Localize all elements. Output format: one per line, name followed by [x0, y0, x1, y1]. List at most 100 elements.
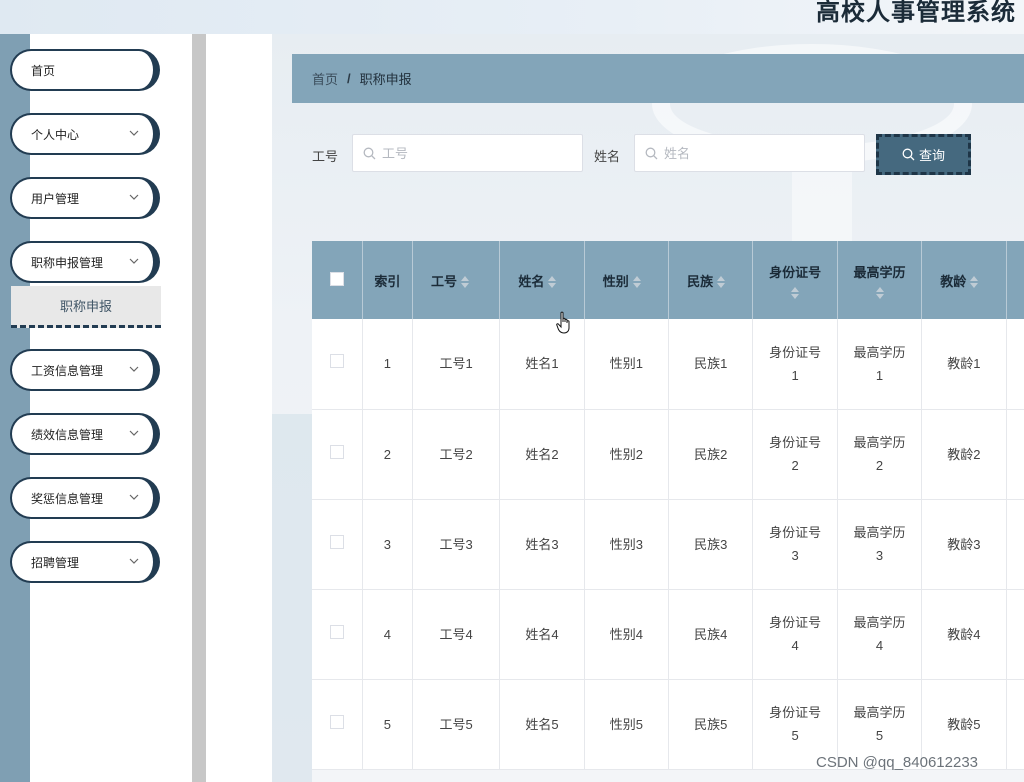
cell-name: 姓名3 — [499, 499, 585, 590]
cell-index: 5 — [362, 679, 413, 770]
cell-name: 姓名4 — [499, 589, 585, 680]
background-decoration — [272, 414, 312, 782]
employee-id-field[interactable] — [352, 134, 583, 172]
cell-current: 现 — [1006, 319, 1024, 410]
cell-gender: 性别3 — [584, 499, 670, 590]
search-icon — [363, 147, 376, 159]
header-select-all[interactable] — [312, 241, 363, 319]
column-header-index: 索引 — [362, 241, 413, 319]
cell-name: 姓名2 — [499, 409, 585, 500]
chevron-down-icon — [129, 558, 139, 564]
table-row: 2 工号2 姓名2 性别2 民族2 身份证号2 最高学历2 教龄2 现 — [312, 409, 1024, 500]
cell-teaching-years: 教龄1 — [921, 319, 1007, 410]
breadcrumb-current: 职称申报 — [359, 72, 412, 87]
cell-gender: 性别4 — [584, 589, 670, 680]
column-header-employee-id[interactable]: 工号 — [412, 241, 501, 319]
table-header-row: 索引 工号 姓名 性别 民族 身份证号 最高学历 教龄 现 — [312, 241, 1024, 319]
sidebar-scrollbar[interactable] — [192, 34, 206, 782]
sidebar-item-personal-center[interactable]: 个人中心 — [10, 113, 160, 155]
cell-name: 姓名5 — [499, 679, 585, 770]
search-icon — [902, 148, 915, 161]
cell-ethnicity: 民族1 — [668, 319, 754, 410]
sidebar-subitem-title-application[interactable]: 职称申报 — [11, 286, 161, 328]
sidebar-item-label: 绩效信息管理 — [31, 427, 104, 442]
sort-icon[interactable] — [970, 276, 979, 289]
column-header-education[interactable]: 最高学历 — [837, 241, 923, 319]
name-input[interactable] — [664, 145, 844, 161]
system-title: 高校人事管理系统 — [816, 0, 1016, 26]
name-field[interactable] — [634, 134, 865, 172]
sort-icon[interactable] — [791, 286, 800, 299]
cell-education: 最高学历 2 — [837, 409, 923, 500]
sort-icon[interactable] — [548, 276, 557, 289]
breadcrumb-home-link[interactable]: 首页 — [312, 69, 338, 88]
cell-ethnicity: 民族5 — [668, 679, 754, 770]
row-checkbox[interactable] — [329, 444, 344, 459]
cell-teaching-years: 教龄3 — [921, 499, 1007, 590]
chevron-down-icon — [129, 258, 139, 264]
chevron-down-icon — [129, 194, 139, 200]
sidebar-item-title-application-management[interactable]: 职称申报管理 — [10, 241, 160, 283]
row-checkbox[interactable] — [329, 354, 344, 369]
cell-employee-id: 工号1 — [412, 319, 501, 410]
cell-education: 最高学历 4 — [837, 589, 923, 680]
cell-ethnicity: 民族3 — [668, 499, 754, 590]
sort-icon[interactable] — [717, 276, 726, 289]
chevron-down-icon — [129, 430, 139, 436]
cell-gender: 性别2 — [584, 409, 670, 500]
cell-ethnicity: 民族4 — [668, 589, 754, 680]
column-header-ethnicity[interactable]: 民族 — [668, 241, 754, 319]
row-select-cell — [312, 409, 363, 500]
cell-index: 1 — [362, 319, 413, 410]
sidebar-item-performance-management[interactable]: 绩效信息管理 — [10, 413, 160, 455]
sidebar-item-reward-management[interactable]: 奖惩信息管理 — [10, 477, 160, 519]
column-header-current: 现 — [1006, 241, 1024, 319]
breadcrumb: 首页 / 职称申报 — [292, 54, 1024, 103]
column-header-id-number[interactable]: 身份证号 — [752, 241, 838, 319]
search-icon — [645, 147, 658, 159]
sidebar-item-label: 个人中心 — [31, 127, 80, 142]
watermark: CSDN @qq_840612233 — [816, 754, 979, 771]
cell-gender: 性别5 — [584, 679, 670, 770]
sidebar-subitem-label: 职称申报 — [59, 299, 112, 314]
cell-id-number: 身份证号 4 — [752, 589, 838, 680]
chevron-down-icon — [129, 366, 139, 372]
sort-icon[interactable] — [460, 276, 469, 289]
cell-current: 现 — [1006, 499, 1024, 590]
sidebar-item-label: 职称申报管理 — [31, 255, 104, 270]
column-header-gender[interactable]: 性别 — [584, 241, 670, 319]
column-header-teaching-years[interactable]: 教龄 — [921, 241, 1007, 319]
row-checkbox[interactable] — [329, 714, 344, 729]
query-button[interactable]: 查询 — [876, 134, 971, 175]
content-gutter — [206, 34, 272, 782]
row-select-cell — [312, 589, 363, 680]
data-table: 索引 工号 姓名 性别 民族 身份证号 最高学历 教龄 现 1 工号1 姓名1 — [312, 241, 1024, 770]
cell-education: 最高学历 1 — [837, 319, 923, 410]
hand-cursor-icon — [556, 311, 570, 334]
column-header-name[interactable]: 姓名 — [499, 241, 585, 319]
cell-education: 最高学历 3 — [837, 499, 923, 590]
employee-id-input[interactable] — [382, 145, 562, 161]
cell-employee-id: 工号2 — [412, 409, 501, 500]
table-row: 3 工号3 姓名3 性别3 民族3 身份证号3 最高学历3 教龄3 现 — [312, 499, 1024, 590]
sidebar-item-label: 奖惩信息管理 — [31, 491, 104, 506]
sidebar-item-label: 用户管理 — [31, 191, 80, 206]
cell-employee-id: 工号4 — [412, 589, 501, 680]
row-checkbox[interactable] — [329, 624, 344, 639]
sort-icon[interactable] — [875, 286, 884, 299]
sidebar-item-user-management[interactable]: 用户管理 — [10, 177, 160, 219]
cell-id-number: 身份证号 1 — [752, 319, 838, 410]
sort-icon[interactable] — [632, 276, 641, 289]
row-checkbox[interactable] — [329, 534, 344, 549]
sidebar-item-salary-management[interactable]: 工资信息管理 — [10, 349, 160, 391]
sidebar-item-home[interactable]: 首页 — [10, 49, 160, 91]
sidebar-item-recruitment-management[interactable]: 招聘管理 — [10, 541, 160, 583]
select-all-checkbox[interactable] — [329, 271, 344, 286]
row-select-cell — [312, 319, 363, 410]
breadcrumb-separator: / — [347, 71, 351, 86]
chevron-down-icon — [129, 494, 139, 500]
cell-id-number: 身份证号 3 — [752, 499, 838, 590]
employee-id-label: 工号 — [312, 149, 339, 164]
cell-current: 现 — [1006, 409, 1024, 500]
cell-index: 2 — [362, 409, 413, 500]
